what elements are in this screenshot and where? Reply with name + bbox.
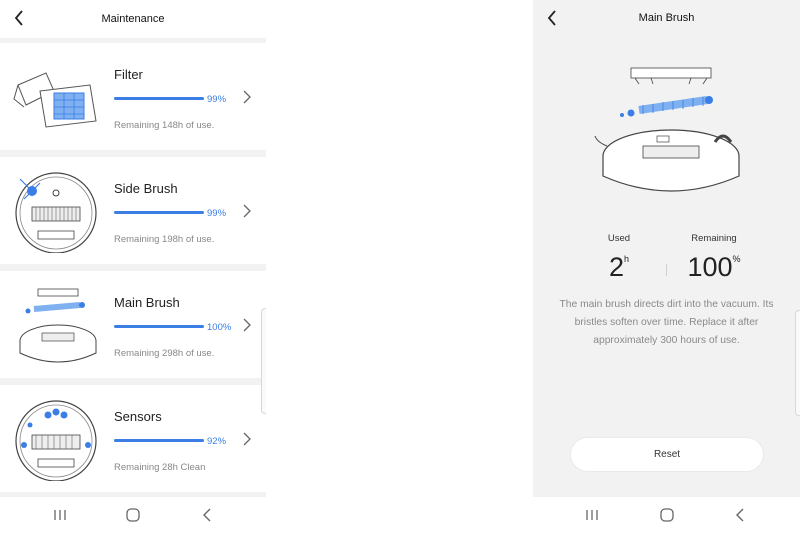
scroll-edge <box>261 308 266 414</box>
maintenance-item-filter[interactable]: Filter 99% Remaining 148h of use. <box>0 43 266 150</box>
main-brush-detail-screen: Main Brush Used 2h Remaining 100% The ma… <box>533 0 800 533</box>
maintenance-item-sensors[interactable]: Sensors 92% Remaining 28h Clean <box>0 385 266 492</box>
maintenance-item-main-brush[interactable]: Main Brush 100% Remaining 298h of use. <box>0 271 266 378</box>
page-title: Maintenance <box>101 13 165 25</box>
percent-label: 100% <box>207 322 232 333</box>
recent-apps-icon[interactable] <box>50 506 70 524</box>
chevron-right-icon <box>243 318 251 332</box>
recent-apps-icon[interactable] <box>582 506 602 524</box>
progress-bar <box>114 439 204 442</box>
remaining-text: Remaining 28h Clean <box>114 462 206 473</box>
progress-bar <box>114 325 204 328</box>
stat-divider <box>666 264 667 276</box>
maintenance-item-side-brush[interactable]: Side Brush 99% Remaining 198h of use. <box>0 157 266 264</box>
system-nav-bar <box>0 497 266 533</box>
chevron-right-icon <box>243 204 251 218</box>
nav-back-icon[interactable] <box>198 506 218 524</box>
item-name: Side Brush <box>114 181 178 196</box>
percent-label: 92% <box>207 436 227 447</box>
remaining-value: 100% <box>674 252 754 283</box>
remaining-text: Remaining 148h of use. <box>114 120 215 131</box>
side-brush-illustration-icon <box>15 172 97 253</box>
top-bar: Maintenance <box>0 0 266 38</box>
sensors-illustration-icon <box>15 400 97 481</box>
used-label: Used <box>607 233 631 244</box>
progress-bar <box>114 211 204 214</box>
used-value: 2h <box>579 252 659 283</box>
used-number: 2 <box>608 252 624 282</box>
main-brush-illustration-icon <box>19 288 97 363</box>
percent-label: 99% <box>207 94 227 105</box>
filter-illustration-icon <box>13 72 97 128</box>
main-brush-illustration-icon <box>594 67 740 192</box>
home-icon[interactable] <box>123 506 143 524</box>
reset-button[interactable]: Reset <box>571 438 763 471</box>
progress-bar <box>114 97 204 100</box>
remaining-unit: % <box>732 254 741 264</box>
description-text: The main brush directs dirt into the vac… <box>559 299 774 346</box>
used-unit: h <box>624 254 630 264</box>
chevron-right-icon <box>243 432 251 446</box>
remaining-number: 100 <box>687 252 733 282</box>
remaining-label: Remaining <box>691 233 737 244</box>
top-bar: Main Brush <box>533 0 800 34</box>
item-name: Filter <box>114 67 143 82</box>
remaining-text: Remaining 198h of use. <box>114 234 215 245</box>
item-name: Main Brush <box>114 295 180 310</box>
home-icon[interactable] <box>657 506 677 524</box>
chevron-right-icon <box>243 90 251 104</box>
maintenance-screen: Maintenance Filter 99% Remaining 148h of… <box>0 0 266 533</box>
item-name: Sensors <box>114 409 162 424</box>
system-nav-bar <box>533 497 800 533</box>
nav-back-icon[interactable] <box>731 506 751 524</box>
remaining-text: Remaining 298h of use. <box>114 348 215 359</box>
percent-label: 99% <box>207 208 227 219</box>
scroll-edge <box>795 310 800 416</box>
page-title: Main Brush <box>638 12 695 24</box>
